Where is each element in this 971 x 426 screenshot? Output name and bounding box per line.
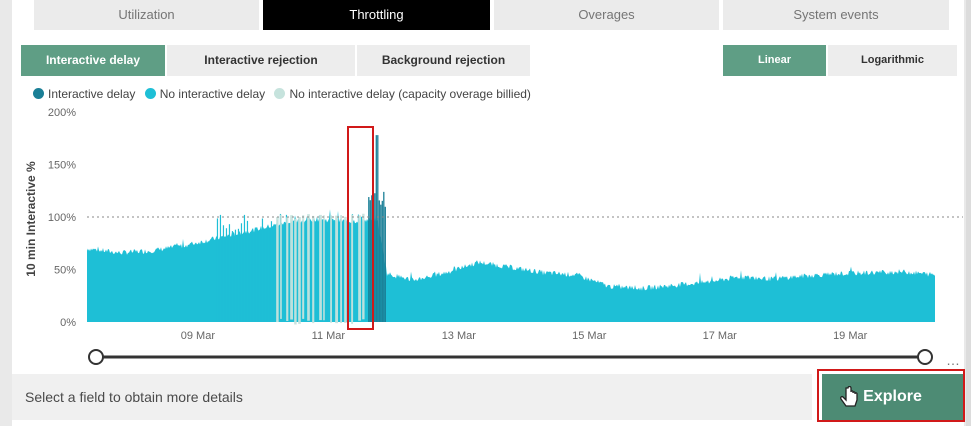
legend-dot — [144, 88, 156, 99]
legend-label: No interactive delay (capacity overage b… — [289, 87, 531, 101]
details-footer: Select a field to obtain more details — [12, 374, 812, 420]
legend-item-capacity-overage[interactable]: No interactive delay (capacity overage b… — [274, 87, 531, 101]
legend-item-interactive-delay[interactable]: Interactive delay — [33, 87, 135, 101]
hand-cursor-icon — [840, 386, 858, 407]
footer-hint-text: Select a field to obtain more details — [25, 389, 243, 405]
legend-dot — [274, 88, 286, 99]
chart-legend: Interactive delay No interactive delay N… — [33, 87, 537, 101]
legend-label: No interactive delay — [159, 87, 266, 101]
more-options-icon[interactable]: … — [946, 352, 961, 368]
slider-end-handle[interactable] — [917, 349, 933, 365]
legend-label: Interactive delay — [48, 87, 136, 101]
tab-throttling[interactable]: Throttling — [263, 0, 490, 30]
tab-system-events[interactable]: System events — [723, 0, 949, 30]
subtab-background-rejection[interactable]: Background rejection — [357, 45, 530, 76]
slider-start-handle[interactable] — [88, 349, 104, 365]
subtab-interactive-delay[interactable]: Interactive delay — [21, 45, 165, 76]
tab-utilization[interactable]: Utilization — [34, 0, 259, 30]
scale-logarithmic-button[interactable]: Logarithmic — [828, 45, 957, 76]
subtab-interactive-rejection[interactable]: Interactive rejection — [167, 45, 355, 76]
legend-dot — [33, 88, 44, 99]
window-edge — [966, 0, 971, 426]
legend-item-no-interactive-delay[interactable]: No interactive delay — [144, 87, 266, 101]
scale-linear-button[interactable]: Linear — [723, 45, 826, 76]
tab-overages[interactable]: Overages — [494, 0, 719, 30]
